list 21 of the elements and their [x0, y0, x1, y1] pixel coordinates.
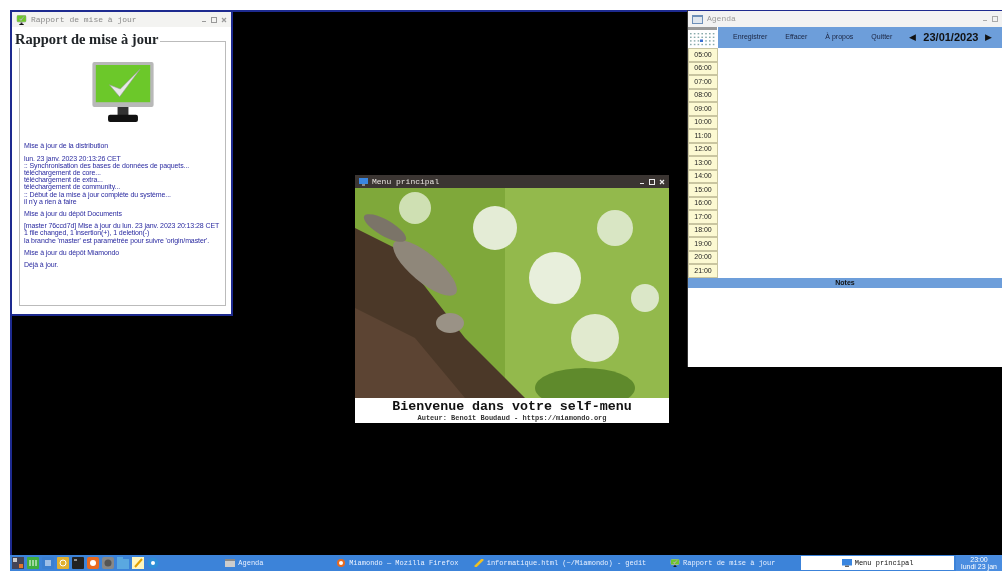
browser-icon [336, 559, 347, 567]
next-button[interactable]: ▶ [985, 30, 993, 45]
monitor-check-icon [670, 559, 681, 567]
terminal-icon[interactable] [72, 557, 84, 569]
app-grid-icon[interactable] [12, 557, 24, 569]
window-title: Rapport de mise à jour [31, 13, 138, 26]
window-icon [692, 14, 703, 24]
browser-icon[interactable] [87, 557, 99, 569]
pencil-icon[interactable] [132, 557, 144, 569]
report-heading: Rapport de mise à jour [15, 31, 161, 49]
window-title: Agenda [707, 13, 737, 25]
window-icon [225, 559, 236, 567]
window-title: Menu principal [372, 175, 441, 188]
previous-button[interactable]: ◀ [909, 30, 917, 45]
monitor-icon [841, 559, 852, 567]
welcome-title: Bienvenue dans votre self-menu [391, 400, 633, 414]
pencil-icon [473, 559, 484, 567]
calendar-icon [688, 27, 717, 48]
date-label: 23/01/2023 [923, 30, 979, 46]
monitor-icon [359, 177, 368, 186]
disc-icon[interactable] [102, 557, 114, 569]
